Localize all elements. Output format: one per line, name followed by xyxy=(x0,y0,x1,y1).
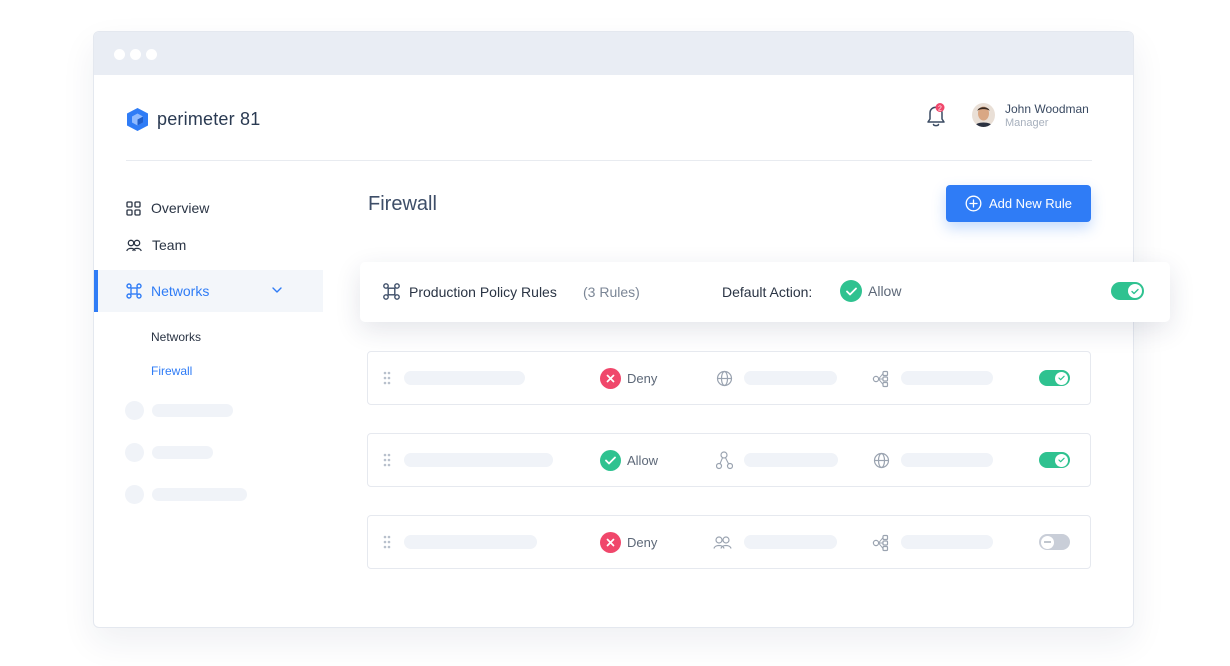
default-action-label: Default Action: xyxy=(722,284,813,300)
deny-status-icon xyxy=(600,368,621,389)
check-icon xyxy=(605,456,616,465)
rule-destination-placeholder xyxy=(901,535,993,549)
sidebar-skeleton-icon xyxy=(125,443,144,462)
sidebar-skeleton-label xyxy=(152,404,233,417)
drag-handle-icon[interactable] xyxy=(383,453,391,467)
nodes-icon xyxy=(872,370,889,388)
window-dot-close[interactable] xyxy=(114,49,125,60)
window-titlebar xyxy=(94,32,1133,75)
rule-destination-placeholder xyxy=(901,453,993,467)
allow-status-icon xyxy=(840,280,862,302)
default-action-value: Allow xyxy=(868,283,902,299)
sidebar-item-overview[interactable]: Overview xyxy=(126,200,209,216)
policy-rule-count: (3 Rules) xyxy=(583,284,640,300)
header-divider xyxy=(126,160,1092,161)
sidebar-skeleton-label xyxy=(152,446,213,459)
sidebar-subitem-firewall[interactable]: Firewall xyxy=(151,364,192,378)
deny-status-icon xyxy=(600,532,621,553)
window-dot-maximize[interactable] xyxy=(146,49,157,60)
sidebar-item-team[interactable]: Team xyxy=(126,237,186,253)
sidebar-skeleton-label xyxy=(152,488,247,501)
minus-icon xyxy=(1044,541,1051,543)
notifications-button[interactable]: 2 xyxy=(923,102,949,130)
sidebar-skeleton-icon xyxy=(125,485,144,504)
table-row[interactable]: Deny xyxy=(367,351,1091,405)
rule-action-label: Deny xyxy=(627,371,658,386)
sidebar-item-networks[interactable]: Networks xyxy=(94,270,323,312)
window-dot-minimize[interactable] xyxy=(130,49,141,60)
avatar[interactable] xyxy=(972,103,995,127)
plus-circle-icon xyxy=(965,195,982,212)
brand-name: perimeter 81 xyxy=(157,108,261,129)
sidebar-item-label: Networks xyxy=(151,283,210,299)
rule-enabled-toggle[interactable] xyxy=(1039,534,1070,550)
sidebar-subitem-networks[interactable]: Networks xyxy=(151,330,201,344)
check-icon xyxy=(1058,375,1065,381)
brand-logo[interactable]: perimeter 81 xyxy=(126,106,260,132)
allow-status-icon xyxy=(600,450,621,471)
globe-icon xyxy=(873,452,890,469)
rule-source-placeholder xyxy=(744,535,837,549)
table-row[interactable]: Deny xyxy=(367,515,1091,569)
rule-source-placeholder xyxy=(744,371,837,385)
toggle-knob xyxy=(1055,453,1068,467)
users-icon xyxy=(126,239,142,251)
globe-icon xyxy=(716,370,733,387)
notification-badge-count: 2 xyxy=(938,105,942,112)
add-new-rule-label: Add New Rule xyxy=(988,196,1073,211)
grid-icon xyxy=(126,200,141,216)
toggle-knob xyxy=(1041,535,1054,549)
rule-action-label: Deny xyxy=(627,535,658,550)
rule-name-placeholder xyxy=(404,371,525,385)
user-nodes-icon xyxy=(716,451,733,470)
policy-enabled-toggle[interactable] xyxy=(1111,282,1144,300)
rule-action-label: Allow xyxy=(627,453,659,468)
network-icon xyxy=(126,283,142,299)
user-name[interactable]: John Woodman xyxy=(1005,102,1089,116)
rule-destination-placeholder xyxy=(901,371,993,385)
rule-source-placeholder xyxy=(744,453,838,467)
toggle-knob xyxy=(1055,371,1068,385)
user-role: Manager xyxy=(1005,117,1049,129)
rule-name-placeholder xyxy=(404,535,537,549)
check-icon xyxy=(1058,457,1065,463)
network-icon xyxy=(383,283,400,300)
policy-card[interactable]: Production Policy Rules (3 Rules) Defaul… xyxy=(360,262,1170,322)
check-icon xyxy=(845,287,857,295)
table-row[interactable]: Allow xyxy=(367,433,1091,487)
add-new-rule-button[interactable]: Add New Rule xyxy=(946,185,1091,222)
users-icon xyxy=(713,536,732,549)
rule-enabled-toggle[interactable] xyxy=(1039,452,1070,468)
nodes-icon xyxy=(872,534,889,552)
bell-icon: 2 xyxy=(927,103,945,127)
toggle-knob xyxy=(1128,284,1142,298)
drag-handle-icon[interactable] xyxy=(383,371,391,385)
x-icon xyxy=(606,374,615,383)
perimeter-logo-icon xyxy=(127,107,148,131)
check-icon xyxy=(1131,288,1139,294)
page-title: Firewall xyxy=(368,193,437,215)
rule-enabled-toggle[interactable] xyxy=(1039,370,1070,386)
policy-name: Production Policy Rules xyxy=(409,284,557,300)
drag-handle-icon[interactable] xyxy=(383,535,391,549)
rule-name-placeholder xyxy=(404,453,553,467)
sidebar-item-label: Overview xyxy=(151,200,210,216)
chevron-down-icon[interactable] xyxy=(272,286,282,294)
sidebar-skeleton-icon xyxy=(125,401,144,420)
sidebar-item-label: Team xyxy=(152,237,187,253)
x-icon xyxy=(606,538,615,547)
